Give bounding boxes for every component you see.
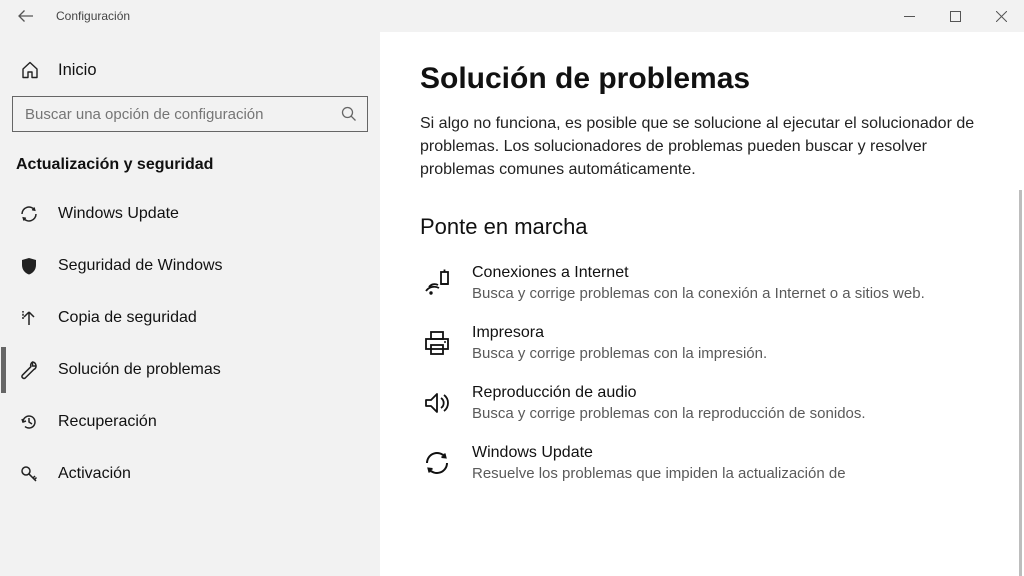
sidebar-item-label: Copia de seguridad [58,309,197,327]
backup-arrow-icon [18,307,40,329]
section-title: Ponte en marcha [420,214,994,240]
troubleshooter-title: Windows Update [472,444,846,462]
sidebar-item-label: Solución de problemas [58,361,221,379]
troubleshooter-title: Reproducción de audio [472,384,866,402]
home-icon [20,60,40,80]
troubleshooter-internet[interactable]: Conexiones a Internet Busca y corrige pr… [420,264,980,304]
sidebar-item-recovery[interactable]: Recuperación [12,396,368,448]
troubleshooter-desc: Busca y corrige problemas con la conexió… [472,284,925,304]
sidebar-item-label: Recuperación [58,413,157,431]
settings-window: Configuración Inicio [0,0,1024,576]
sidebar-item-label: Windows Update [58,205,179,223]
page-intro: Si algo no funciona, es posible que se s… [420,112,980,182]
troubleshooter-list: Conexiones a Internet Busca y corrige pr… [420,264,994,485]
back-button[interactable] [8,0,44,32]
troubleshooter-windows-update[interactable]: Windows Update Resuelve los problemas qu… [420,444,980,484]
sidebar-item-windows-update[interactable]: Windows Update [12,188,368,240]
sidebar-section-title: Actualización y seguridad [12,156,368,188]
close-button[interactable] [978,0,1024,32]
key-icon [18,463,40,485]
troubleshooter-title: Conexiones a Internet [472,264,925,282]
sidebar-item-label: Activación [58,465,131,483]
sync-icon [420,446,454,480]
sidebar-item-label: Seguridad de Windows [58,257,223,275]
scrollbar[interactable] [1019,190,1022,576]
minimize-button[interactable] [886,0,932,32]
sidebar-item-troubleshoot[interactable]: Solución de problemas [12,344,368,396]
shield-icon [18,255,40,277]
internet-icon [420,266,454,300]
sidebar: Inicio Actualización y seguridad Windows… [0,32,380,576]
maximize-button[interactable] [932,0,978,32]
search-box[interactable] [12,96,368,132]
minimize-icon [904,11,915,22]
main-content: Solución de problemas Si algo no funcion… [380,32,1024,576]
history-icon [18,411,40,433]
troubleshooter-desc: Busca y corrige problemas con la reprodu… [472,404,866,424]
home-label: Inicio [58,61,97,80]
sidebar-item-activation[interactable]: Activación [12,448,368,500]
sidebar-item-windows-security[interactable]: Seguridad de Windows [12,240,368,292]
sync-icon [18,203,40,225]
sidebar-nav: Windows Update Seguridad de Windows Copi… [12,188,368,500]
troubleshooter-printer[interactable]: Impresora Busca y corrige problemas con … [420,324,980,364]
printer-icon [420,326,454,360]
search-input[interactable] [23,105,339,124]
search-icon [339,106,359,122]
arrow-left-icon [18,8,34,24]
titlebar: Configuración [0,0,1024,32]
close-icon [996,11,1007,22]
page-title: Solución de problemas [420,62,994,96]
window-controls [886,0,1024,32]
troubleshooter-desc: Resuelve los problemas que impiden la ac… [472,464,846,484]
troubleshooter-audio[interactable]: Reproducción de audio Busca y corrige pr… [420,384,980,424]
audio-icon [420,386,454,420]
troubleshooter-desc: Busca y corrige problemas con la impresi… [472,344,767,364]
maximize-icon [950,11,961,22]
sidebar-item-backup[interactable]: Copia de seguridad [12,292,368,344]
wrench-icon [18,359,40,381]
app-title: Configuración [56,9,130,23]
home-nav[interactable]: Inicio [12,50,368,96]
troubleshooter-title: Impresora [472,324,767,342]
